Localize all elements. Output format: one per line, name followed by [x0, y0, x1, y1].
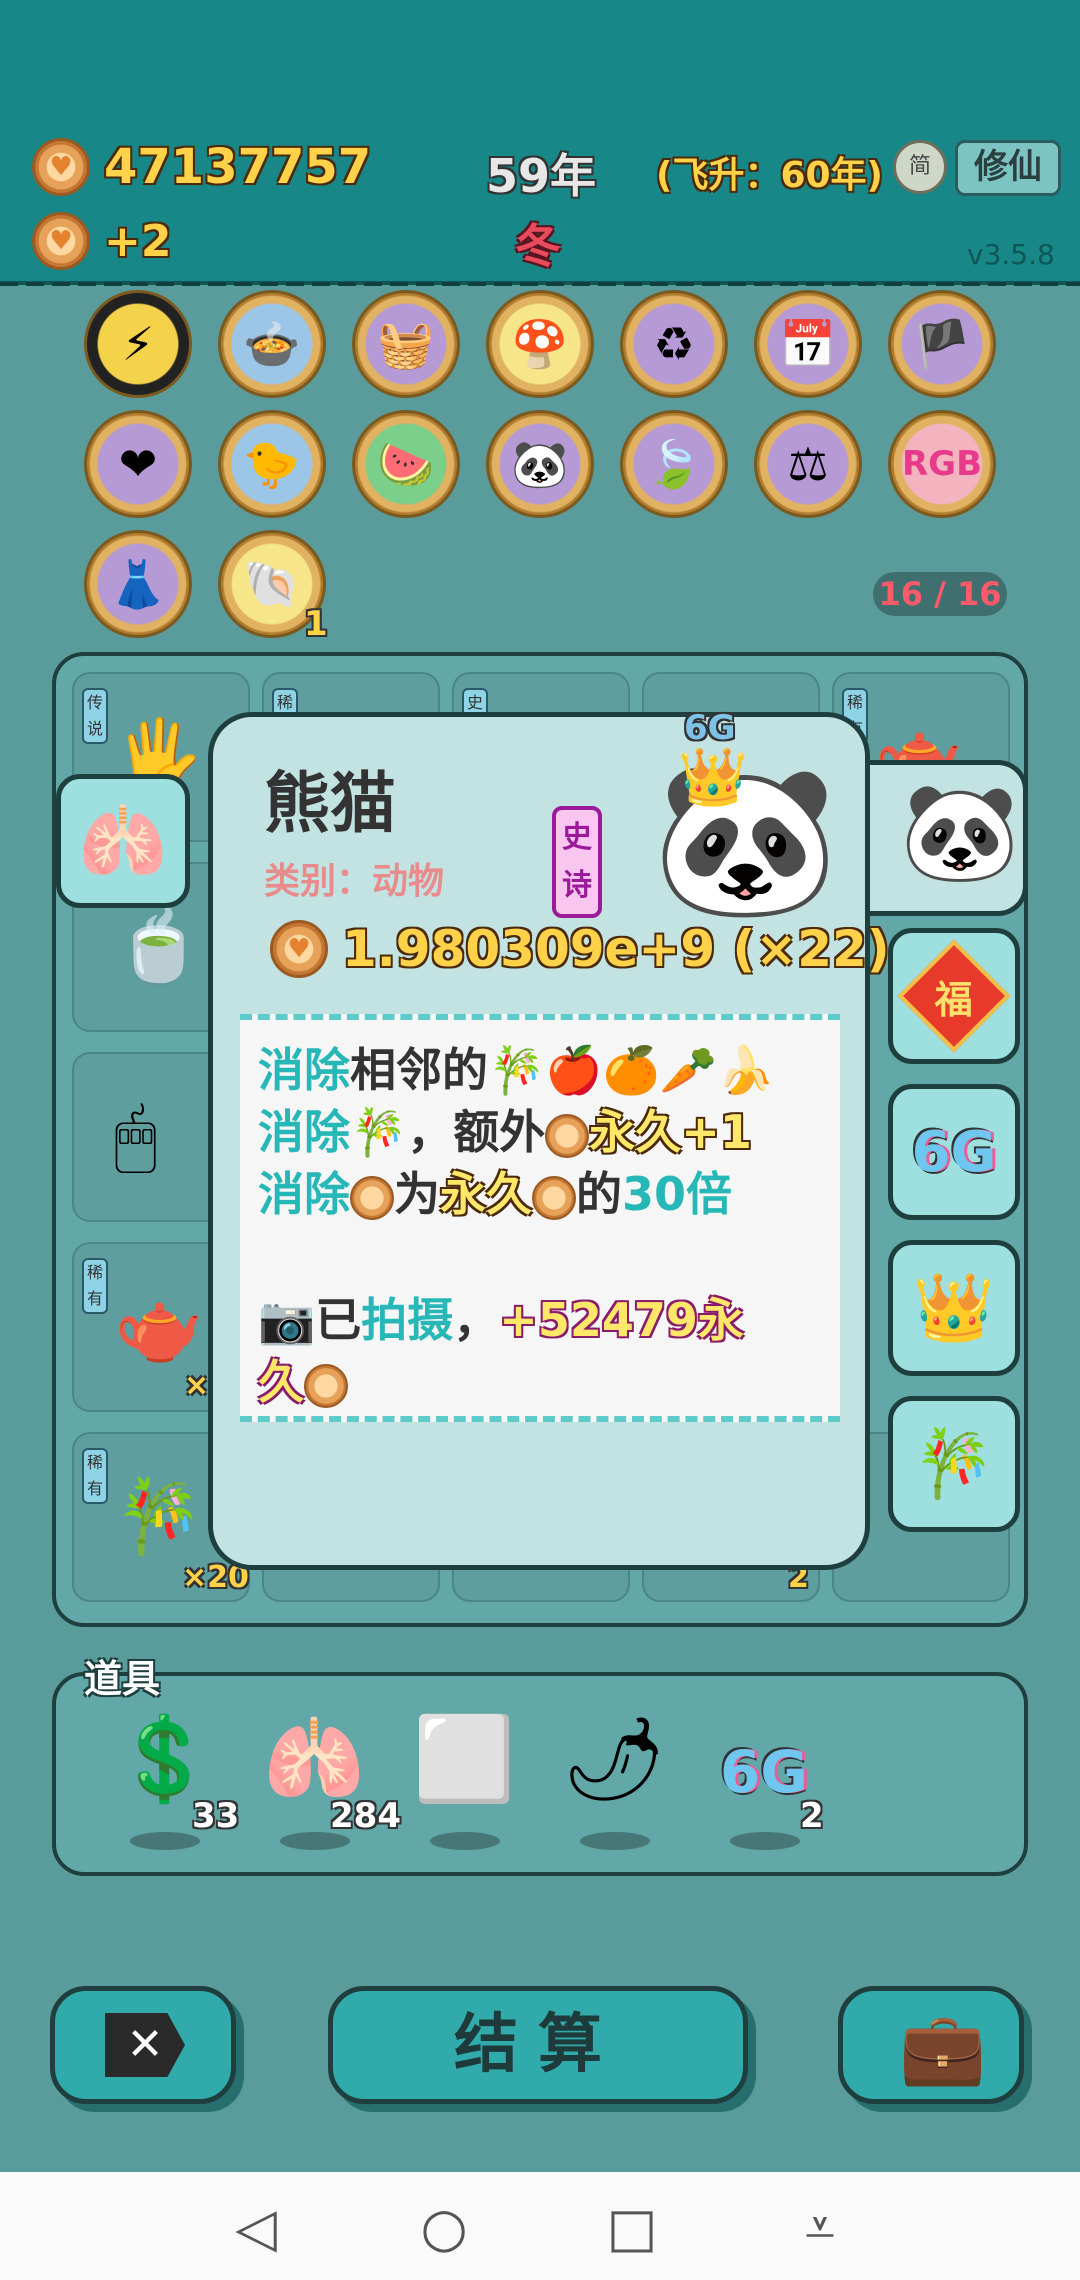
bamboo-button[interactable]: 🎋 — [888, 1396, 1020, 1532]
sixg-icon: 6G — [911, 1119, 997, 1185]
crown-icon: 👑 — [678, 745, 748, 810]
tea-bag-icon: 🍵 — [114, 904, 204, 988]
coin-icon — [32, 138, 90, 196]
fu-button[interactable]: 福 — [888, 928, 1020, 1064]
home-icon[interactable]: ○ — [404, 2196, 484, 2259]
liver-button[interactable]: 🫁 — [56, 774, 190, 908]
panda-icon: 🐼 — [900, 776, 1020, 888]
pirate-coin-icon[interactable]: 🏴 — [888, 290, 996, 398]
close-icon: ✕ — [105, 2013, 185, 2077]
coin-icon — [32, 212, 90, 270]
panda-6g-label: 6G — [684, 708, 736, 748]
divider — [0, 282, 1080, 286]
fruit-basket-icon[interactable]: 🧺 — [352, 290, 460, 398]
item-shadow — [430, 1832, 500, 1850]
item-description: 消除相邻的🎋🍎🍊🥕🍌 消除🎋，额外 永久+1 消除 为永久 的30倍 📷已拍摄，+52… — [240, 1014, 840, 1422]
teapot-icon: 🫖 — [114, 1284, 204, 1368]
coin-icon — [532, 1175, 576, 1220]
items-title: 道具 — [84, 1657, 161, 1701]
coins-value: 47137757 — [104, 139, 372, 195]
coin-icon — [350, 1175, 394, 1220]
fu-icon: 福 — [897, 939, 1011, 1053]
calendar-icon[interactable]: 📅 — [754, 290, 862, 398]
item-name: 熊猫 — [264, 765, 396, 842]
item-category: 类别：动物 — [264, 861, 445, 902]
coin-icon — [304, 1363, 348, 1408]
settle-button[interactable]: 结算 — [328, 1986, 748, 2104]
rice-cooker-icon[interactable]: 🍲 — [218, 290, 326, 398]
income-value: +2 — [104, 215, 172, 267]
item-value: 1.980309e+9 (×22) — [342, 920, 890, 978]
bamboo-icon: 🎋 — [114, 1474, 204, 1558]
item-value-row: 1.980309e+9 (×22) — [270, 920, 890, 978]
recent-apps-icon[interactable]: □ — [592, 2196, 672, 2259]
item-count: 33 — [192, 1796, 240, 1836]
version-label: v3.5.8 — [967, 238, 1055, 271]
item-count: 2 — [800, 1796, 824, 1836]
rarity-badge: 史诗 — [552, 806, 602, 918]
chick-syringe-icon[interactable]: 🐤 — [218, 410, 326, 518]
income-row: +2 — [32, 212, 171, 270]
crown-button[interactable]: 👑 — [888, 1240, 1020, 1376]
shell-count: 1 — [304, 604, 328, 644]
camera-icon: 📷 — [258, 1293, 316, 1347]
xiuxian-button[interactable]: 修仙 — [955, 140, 1061, 196]
notification-down-icon[interactable]: ⩡ — [780, 2196, 860, 2260]
bag-button[interactable]: 💼 — [838, 1986, 1024, 2104]
back-icon[interactable]: ◁ — [216, 2196, 296, 2259]
item-shadow — [580, 1832, 650, 1850]
sixg-icon: 6G — [720, 1738, 808, 1806]
heart-blood-icon[interactable]: ❤ — [84, 410, 192, 518]
desc-line-2: 消除🎋，额外 永久+1 — [258, 1105, 752, 1159]
system-nav-bar: ◁ ○ □ ⩡ — [0, 2172, 1080, 2280]
sixg-button[interactable]: 6G — [888, 1084, 1020, 1220]
simplified-button[interactable]: 简 — [893, 140, 947, 194]
cell-count: × — [184, 1368, 210, 1403]
rarity-tag: 稀有 — [82, 1258, 108, 1314]
coin-icon — [270, 920, 328, 978]
item-count: 284 — [330, 1796, 401, 1836]
desc-line-1: 消除相邻的🎋🍎🍊🥕🍌 — [258, 1043, 775, 1097]
bamboo-icon: 🎋 — [350, 1105, 408, 1159]
frame-item[interactable]: ⬜ — [404, 1712, 524, 1832]
item-shadow — [730, 1832, 800, 1850]
close-button[interactable]: ✕ — [50, 1986, 236, 2104]
briefcase-icon: 💼 — [899, 2007, 987, 2089]
ascend-label: (飞升：60年) — [656, 155, 884, 196]
item-shadow — [280, 1832, 350, 1850]
food-icons: 🎋🍎🍊🥕🍌 — [488, 1043, 775, 1097]
season-label: 冬 — [515, 219, 561, 273]
balance-icon[interactable]: ⚖ — [754, 410, 862, 518]
pepper-item[interactable]: 🌶 — [554, 1712, 674, 1832]
rarity-tag: 传说 — [82, 688, 108, 744]
mushroom-cloud-icon[interactable]: 🍄 — [486, 290, 594, 398]
item-shadow — [130, 1832, 200, 1850]
lightning-icon[interactable]: ⚡ — [84, 290, 192, 398]
coin-icon — [545, 1113, 590, 1158]
fruit-plate-icon[interactable]: 🍉 — [352, 410, 460, 518]
skirt-icon[interactable]: 👗 — [84, 530, 192, 638]
recycle-icon[interactable]: ♻ — [620, 290, 728, 398]
year-label: 59年 — [486, 149, 597, 203]
mouse-icon: 🖱 — [114, 1094, 158, 1178]
rarity-tag: 稀有 — [82, 1448, 108, 1504]
rgb-icon[interactable]: RGB — [888, 410, 996, 518]
relic-counter: 16 / 16 — [873, 572, 1007, 616]
panda-icon[interactable]: 🐼 — [486, 410, 594, 518]
desc-line-5: 久 — [258, 1346, 348, 1412]
coins-row: 47137757 — [32, 138, 371, 196]
leaf-icon[interactable]: 🍃 — [620, 410, 728, 518]
desc-line-3: 消除 为永久 的30倍 — [258, 1167, 733, 1221]
desc-line-4: 📷已拍摄，+52479永 — [258, 1293, 744, 1347]
